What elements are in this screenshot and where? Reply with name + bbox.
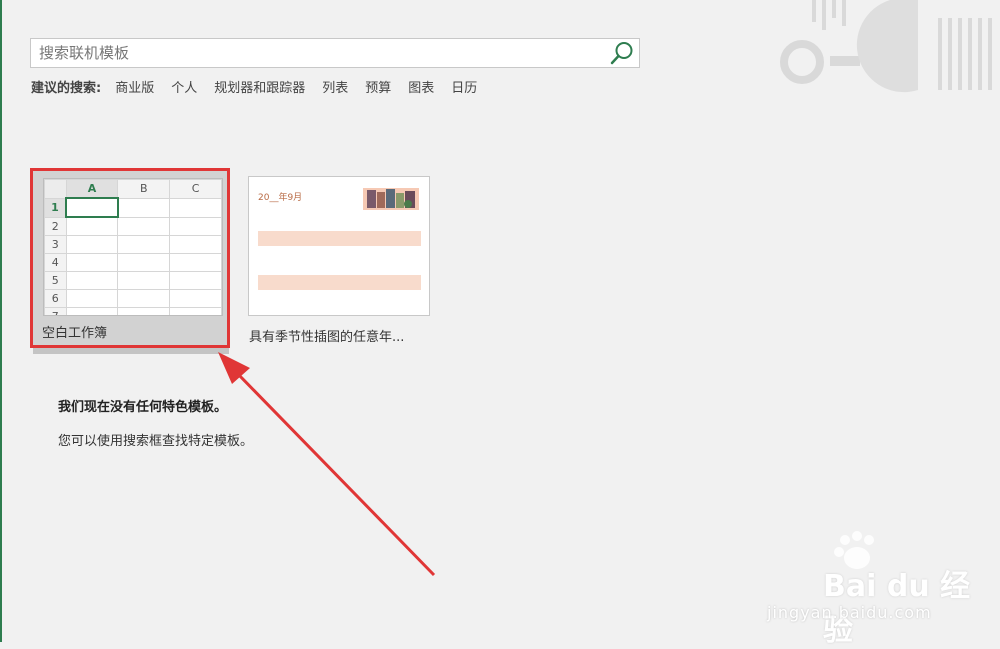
- suggest-link-business[interactable]: 商业版: [115, 77, 154, 96]
- row-header: 2: [44, 216, 67, 236]
- search-hint-message: 您可以使用搜索框查找特定模板。: [58, 434, 254, 449]
- suggest-link-calendars[interactable]: 日历: [451, 77, 477, 96]
- row-header: 1: [44, 197, 67, 218]
- column-header: C: [169, 179, 222, 199]
- template-title: 具有季节性插图的任意年...: [249, 330, 405, 345]
- search-box: [30, 38, 640, 68]
- row-header: 3: [44, 235, 67, 254]
- active-cell: [65, 197, 119, 218]
- calendar-preview-heading: 20__年9月: [258, 193, 303, 203]
- no-featured-message: 我们现在没有任何特色模板。: [58, 400, 228, 415]
- row-header: 4: [44, 253, 67, 272]
- row-header: 5: [44, 271, 67, 290]
- calendar-preview-grid: [258, 209, 421, 319]
- calendar-illustration: [363, 188, 419, 210]
- search-button[interactable]: [608, 40, 636, 66]
- card-shadow: [33, 346, 229, 354]
- template-title: 空白工作簿: [42, 326, 108, 341]
- column-header: A: [65, 179, 119, 199]
- suggest-link-budgets[interactable]: 预算: [365, 77, 391, 96]
- suggest-link-planners[interactable]: 规划器和跟踪器: [214, 77, 305, 96]
- suggested-label: 建议的搜索:: [31, 81, 102, 96]
- row-header: 6: [44, 289, 67, 308]
- watermark-url: jingyan.baidu.com: [767, 603, 932, 622]
- search-input[interactable]: [31, 39, 606, 67]
- decorative-pattern: [780, 0, 992, 93]
- template-seasonal-calendar[interactable]: 20__年9月: [248, 176, 430, 316]
- suggested-searches: 建议的搜索: 商业版 个人 规划器和跟踪器 列表 预算 图表 日历: [31, 77, 494, 96]
- row-header: 7: [44, 307, 67, 315]
- window-left-edge: [0, 0, 2, 642]
- column-header: B: [117, 179, 171, 199]
- suggest-link-charts[interactable]: 图表: [408, 77, 434, 96]
- suggest-link-personal[interactable]: 个人: [171, 77, 197, 96]
- search-icon: [610, 42, 633, 65]
- suggest-link-lists[interactable]: 列表: [322, 77, 348, 96]
- blank-workbook-thumbnail: A B C 1 2 3 4 5 6 7: [43, 178, 223, 316]
- grid-corner: [44, 179, 67, 199]
- template-blank-workbook[interactable]: A B C 1 2 3 4 5 6 7 空白工作簿: [33, 170, 229, 346]
